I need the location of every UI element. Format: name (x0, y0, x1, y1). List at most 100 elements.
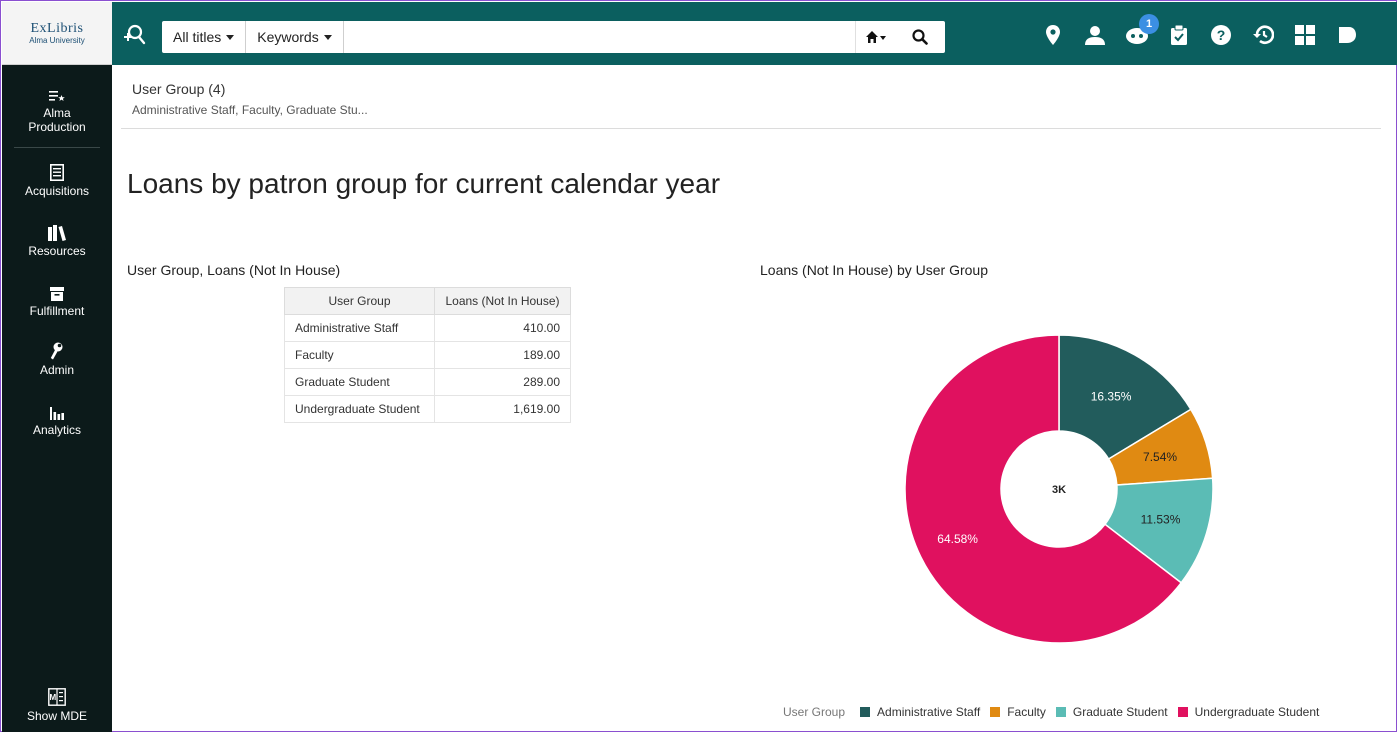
cell-user-group[interactable]: Faculty (284, 341, 435, 369)
table-row: Undergraduate Student 1,619.00 (284, 395, 571, 423)
show-mde-button[interactable]: M Show MDE (2, 686, 112, 723)
sidebar-item-admin[interactable]: Admin (2, 340, 112, 377)
svg-text:?: ? (1217, 27, 1226, 43)
feedback-button[interactable] (1326, 20, 1368, 50)
search-input[interactable] (343, 21, 855, 53)
filter-values: Administrative Staff, Faculty, Graduate … (132, 103, 368, 117)
slice-percent-label: 16.35% (1091, 390, 1132, 404)
table-row: Graduate Student 289.00 (284, 368, 571, 396)
sidebar-item-label: Fulfillment (29, 304, 85, 318)
list-star-icon (49, 83, 65, 103)
sidebar-item-label: Admin (39, 363, 74, 377)
history-button[interactable] (1242, 20, 1284, 50)
search-field-label: Keywords (257, 29, 319, 45)
legend-item-graduate-student[interactable]: Graduate Student (1055, 705, 1168, 719)
bar-chart-icon (50, 400, 64, 420)
top-bar: All titles Keywords 1 ? (112, 2, 1397, 65)
home-icon (865, 31, 886, 43)
user-icon (1085, 26, 1105, 45)
app-frame: ExLibris Alma University All titles Keyw… (0, 0, 1397, 732)
table-row: Faculty 189.00 (284, 341, 571, 369)
cell-loans: 1,619.00 (434, 395, 571, 423)
notification-badge: 1 (1139, 14, 1159, 34)
sidebar-item-label: Acquisitions (24, 184, 90, 198)
legend-label: Faculty (1007, 705, 1046, 719)
notifications-button[interactable]: 1 (1116, 14, 1159, 50)
legend-swatch (990, 707, 1001, 717)
page-title: Loans by patron group for current calend… (127, 168, 721, 199)
chart-legend: User Group Administrative Staff Faculty … (783, 705, 1329, 719)
legend-item-administrative-staff[interactable]: Administrative Staff (860, 705, 980, 719)
search-scope-dropdown[interactable]: All titles (162, 21, 247, 53)
user-menu-button[interactable] (1074, 20, 1116, 50)
data-table: User Group Loans (Not In House) Administ… (284, 287, 571, 423)
chevron-down-icon (323, 34, 332, 40)
books-icon (48, 221, 66, 241)
logo-institution: Alma University (29, 36, 85, 45)
logo-wordmark: ExLibris (30, 21, 84, 36)
sidebar-item-analytics[interactable]: Analytics (2, 400, 112, 437)
filter-divider (121, 128, 1381, 129)
ledger-icon (50, 161, 64, 181)
legend-label: Administrative Staff (877, 705, 981, 719)
top-icon-bar: 1 ? (1032, 14, 1368, 50)
legend-item-faculty[interactable]: Faculty (990, 705, 1046, 719)
sidebar-item-fulfillment[interactable]: Fulfillment (2, 281, 112, 318)
legend-swatch (1177, 707, 1188, 717)
persona-search-icon[interactable] (122, 24, 148, 46)
column-header-loans[interactable]: Loans (Not In House) (434, 287, 571, 315)
filter-label: User Group (4) (132, 81, 226, 97)
chevron-down-icon (226, 34, 235, 40)
svg-text:M: M (49, 693, 56, 702)
cell-loans: 410.00 (434, 314, 571, 342)
cell-user-group[interactable]: Administrative Staff (284, 314, 435, 342)
history-icon (1253, 25, 1274, 45)
cell-loans: 289.00 (434, 368, 571, 396)
grid-icon (1295, 25, 1315, 45)
column-header-user-group[interactable]: User Group (284, 287, 435, 315)
sidebar-item-alma-production[interactable]: Alma Production (2, 83, 112, 134)
slice-percent-label: 64.58% (937, 532, 978, 546)
sidebar-item-label: Alma Production (28, 106, 86, 134)
cell-user-group[interactable]: Graduate Student (284, 368, 435, 396)
legend-swatch (1055, 707, 1066, 717)
sidebar: Alma Production Acquisitions Resources F… (2, 65, 112, 732)
clipboard-check-icon (1171, 25, 1187, 45)
cell-loans: 189.00 (434, 341, 571, 369)
sidebar-item-label: Resources (28, 244, 86, 258)
table-header-row: User Group Loans (Not In House) (284, 287, 571, 315)
sidebar-item-resources[interactable]: Resources (2, 221, 112, 258)
legend-swatch (860, 707, 871, 717)
table-title: User Group, Loans (Not In House) (127, 262, 341, 278)
slice-percent-label: 7.54% (1143, 450, 1177, 464)
legend-title: User Group (783, 705, 846, 719)
chart-title: Loans (Not In House) by User Group (760, 262, 988, 278)
location-button[interactable] (1032, 20, 1074, 50)
sidebar-item-acquisitions[interactable]: Acquisitions (2, 161, 112, 198)
exlibris-logo[interactable]: ExLibris Alma University (2, 2, 112, 65)
table-row: Administrative Staff 410.00 (284, 314, 571, 342)
wrench-icon (50, 340, 64, 360)
tasks-button[interactable] (1158, 20, 1200, 50)
legend-item-undergraduate-student[interactable]: Undergraduate Student (1177, 705, 1320, 719)
map-pin-icon (1046, 25, 1060, 45)
donut-chart: 16.35% 7.54% 11.53% 64.58% 3K (904, 334, 1214, 644)
search-scope-label: All titles (173, 29, 222, 45)
mde-icon: M (48, 686, 66, 706)
sidebar-item-label: Show MDE (26, 709, 88, 723)
cell-user-group[interactable]: Undergraduate Student (284, 395, 435, 423)
slice-percent-label: 11.53% (1141, 513, 1181, 527)
search-button[interactable] (895, 21, 945, 53)
home-dropdown[interactable] (855, 21, 895, 53)
legend-label: Graduate Student (1072, 705, 1168, 719)
donut-center-total: 3K (1052, 484, 1066, 496)
search-icon (912, 29, 928, 45)
widgets-button[interactable] (1284, 20, 1326, 50)
help-button[interactable]: ? (1200, 20, 1242, 50)
sidebar-divider (14, 147, 100, 148)
prompt-filter[interactable]: User Group (4) Administrative Staff, Fac… (132, 81, 368, 117)
help-icon: ? (1211, 25, 1231, 45)
legend-label: Undergraduate Student (1194, 705, 1320, 719)
search-field-dropdown[interactable]: Keywords (246, 21, 344, 53)
inbox-icon (50, 281, 64, 301)
